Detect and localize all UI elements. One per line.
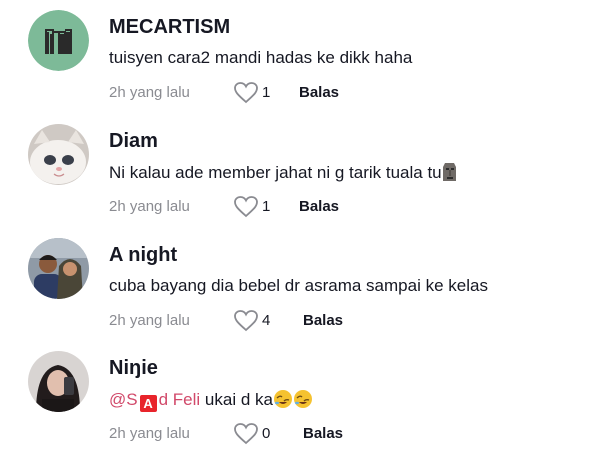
heart-outline-icon[interactable]	[234, 310, 258, 332]
heart-outline-icon[interactable]	[234, 82, 258, 104]
comment-item: Niŋie @S Ad Feli ukai d ka 2h yang lalu 0…	[0, 341, 603, 451]
mention-link[interactable]: @S Ad Feli	[109, 390, 201, 412]
avatar[interactable]	[28, 124, 89, 185]
mention-end: d Feli	[158, 390, 201, 409]
reply-button[interactable]: Balas	[303, 425, 343, 442]
like-count: 4	[262, 312, 271, 329]
avatar[interactable]	[28, 10, 89, 71]
comment-text: Ni kalau ade member jahat ni g tarik tua…	[109, 162, 458, 187]
heart-outline-icon[interactable]	[234, 423, 258, 445]
comment-text: tuisyen cara2 mandi hadas ke dikk haha	[109, 48, 413, 67]
comment-item: Diam Ni kalau ade member jahat ni g tari…	[0, 114, 603, 224]
username[interactable]: A night	[109, 244, 177, 267]
avatar[interactable]	[28, 238, 89, 299]
mention-start: @S	[109, 390, 138, 409]
comment-item: MECARTISM tuisyen cara2 mandi hadas ke d…	[0, 0, 603, 110]
avatar[interactable]	[28, 351, 89, 412]
timestamp: 2h yang lalu	[109, 84, 190, 101]
reply-button[interactable]: Balas	[299, 198, 339, 215]
moai-emoji-icon	[442, 162, 458, 187]
username[interactable]: MECARTISM	[109, 16, 230, 39]
username[interactable]: Diam	[109, 130, 158, 153]
red-a-emoji-icon: A	[139, 395, 157, 412]
like-count: 1	[262, 198, 271, 215]
timestamp: 2h yang lalu	[109, 198, 190, 215]
comment-text: cuba bayang dia bebel dr asrama sampai k…	[109, 276, 488, 295]
heart-outline-icon[interactable]	[234, 196, 258, 218]
timestamp: 2h yang lalu	[109, 425, 190, 442]
comment-text-body: Ni kalau ade member jahat ni g tarik tua…	[109, 163, 442, 182]
rolling-laughing-emoji-icon	[293, 389, 313, 414]
reply-button[interactable]: Balas	[299, 84, 339, 101]
timestamp: 2h yang lalu	[109, 312, 190, 329]
like-count: 1	[262, 84, 271, 101]
like-count: 0	[262, 425, 271, 442]
reply-button[interactable]: Balas	[303, 312, 343, 329]
comment-item: A night cuba bayang dia bebel dr asrama …	[0, 228, 603, 338]
username[interactable]: Niŋie	[109, 357, 158, 380]
rolling-laughing-emoji-icon	[273, 389, 293, 414]
comment-text: @S Ad Feli ukai d ka	[109, 389, 313, 414]
comment-text-body: ukai d ka	[200, 390, 273, 409]
